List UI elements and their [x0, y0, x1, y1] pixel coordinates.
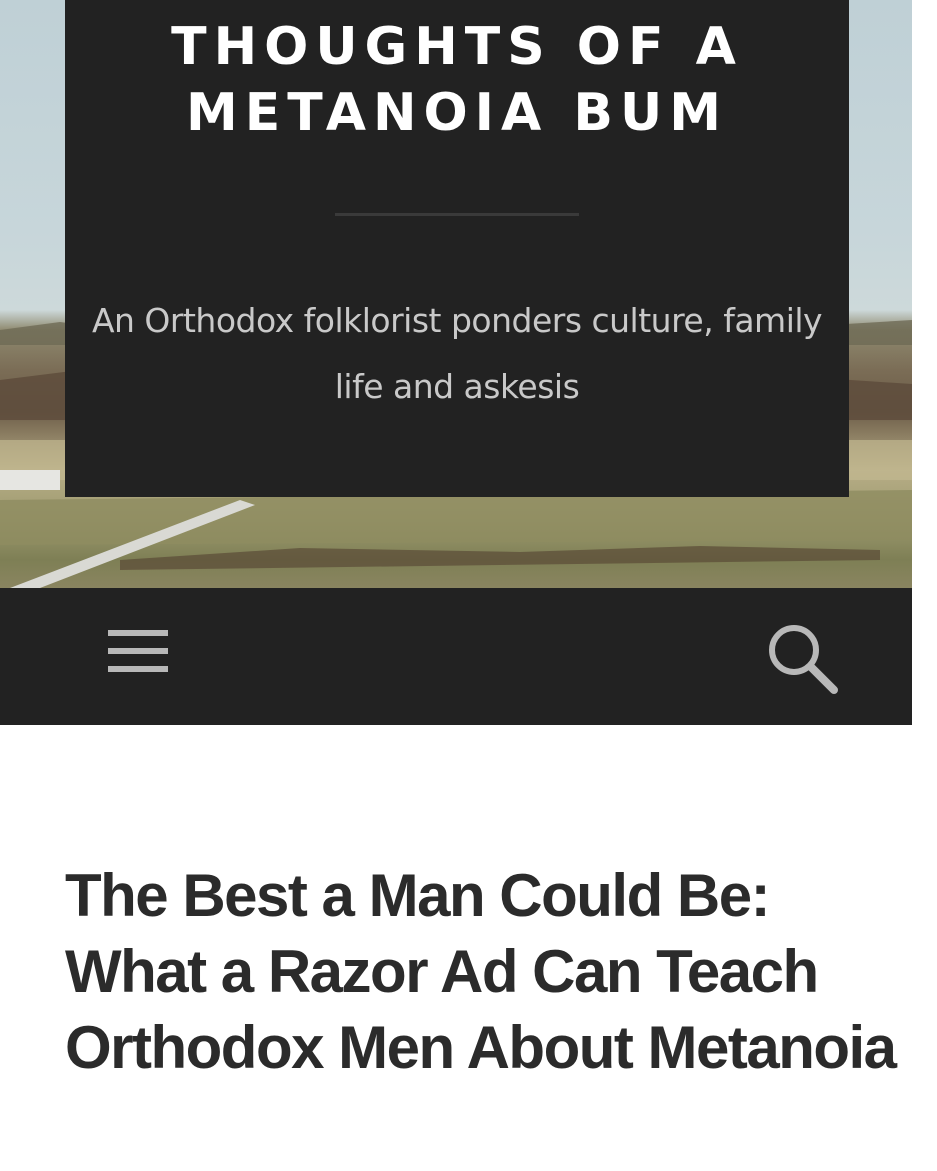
search-icon [769, 625, 838, 694]
menu-button[interactable] [100, 618, 176, 694]
site-title[interactable]: THOUGHTS OF A METANOIA BUM [65, 14, 849, 146]
page: THOUGHTS OF A METANOIA BUM An Orthodox f… [0, 0, 937, 1171]
site-tagline: An Orthodox folklorist ponders culture, … [91, 301, 823, 406]
hamburger-menu-icon [108, 630, 168, 672]
title-divider [335, 213, 579, 216]
post-title[interactable]: The Best a Man Could Be: What a Razor Ad… [65, 858, 905, 1086]
navigation-bar [0, 588, 912, 725]
search-button[interactable] [760, 616, 844, 700]
site-branding: THOUGHTS OF A METANOIA BUM An Orthodox f… [65, 0, 849, 497]
